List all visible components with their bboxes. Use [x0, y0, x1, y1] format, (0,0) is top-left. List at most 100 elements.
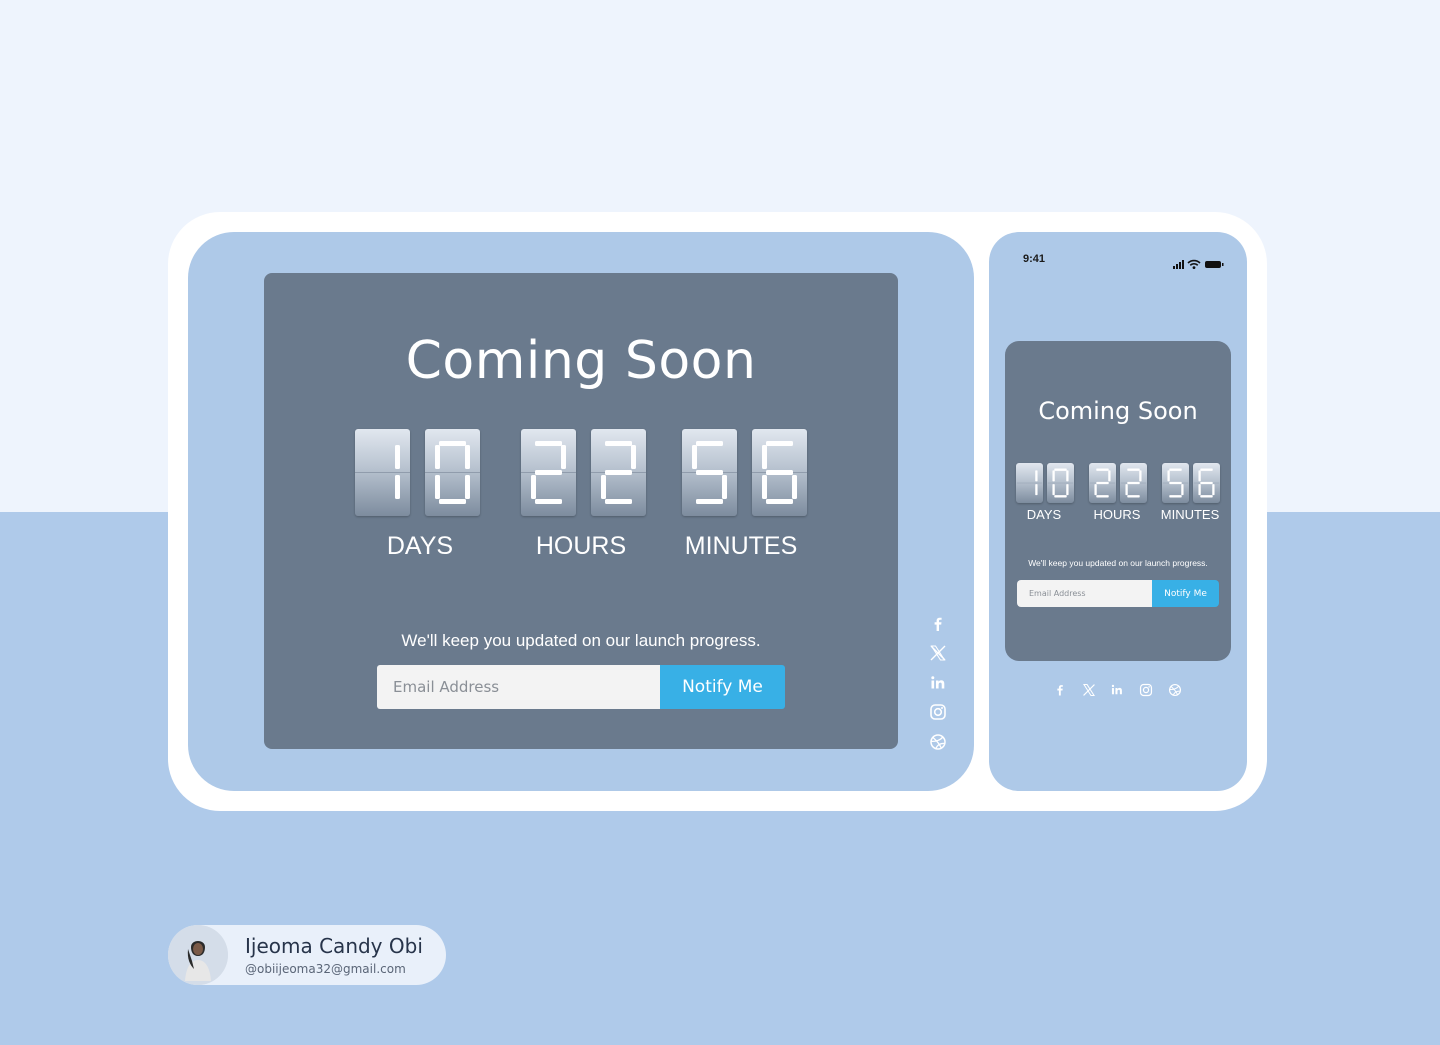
- digit-segment-a: [439, 441, 466, 446]
- digit-segment-c: [1181, 484, 1184, 496]
- linkedin-icon[interactable]: [1110, 682, 1124, 696]
- social-links-mobile: [1053, 682, 1193, 697]
- coming-soon-card-mobile: Coming Soon DAYS HOURS MINUTES We'll kee…: [1005, 341, 1231, 661]
- digit-segment-a: [766, 441, 793, 446]
- digit-segment-d: [696, 499, 723, 504]
- digit-segment-c: [792, 475, 797, 499]
- digit-segment-e: [531, 475, 536, 499]
- digit-segment-g: [696, 470, 723, 475]
- status-time: 9:41: [1023, 253, 1046, 265]
- coming-soon-card: Coming Soon DAYS HOURS MINUTES We'll kee…: [264, 273, 898, 749]
- facebook-icon[interactable]: [929, 615, 947, 633]
- digit-segment-g: [1096, 481, 1109, 485]
- page-title-mobile: Coming Soon: [1038, 397, 1198, 425]
- digit-segment-e: [1198, 484, 1201, 496]
- days-label-mobile: DAYS: [1026, 507, 1062, 522]
- digit-segment-a: [1200, 468, 1213, 471]
- author-email: @obiijeoma32@gmail.com: [245, 962, 406, 976]
- dribbble-icon[interactable]: [929, 733, 947, 751]
- instagram-icon[interactable]: [929, 703, 947, 721]
- instagram-icon[interactable]: [1139, 682, 1153, 697]
- digit-segment-d: [1096, 495, 1109, 498]
- page-title: Coming Soon: [405, 331, 757, 391]
- digit-segment-f: [1198, 470, 1201, 482]
- digit-segment-f: [1167, 470, 1170, 482]
- digit-segment-f: [1052, 470, 1055, 482]
- hours-digit-1-mobile: [1089, 463, 1116, 503]
- digit-segment-c: [395, 475, 400, 499]
- digit-segment-e: [435, 475, 440, 499]
- digit-segment-b: [1139, 470, 1142, 482]
- minutes-digit-2: [752, 429, 807, 516]
- digit-segment-b: [465, 445, 470, 469]
- x-icon[interactable]: [929, 644, 947, 662]
- digit-segment-d: [1054, 495, 1067, 498]
- digit-segment-d: [535, 499, 562, 504]
- minutes-digit-1-mobile: [1162, 463, 1189, 503]
- facebook-icon[interactable]: [1053, 682, 1067, 696]
- digit-segment-g: [766, 470, 793, 475]
- digit-segment-b: [1035, 470, 1038, 482]
- launch-note: We'll keep you updated on our launch pro…: [401, 631, 761, 650]
- digit-segment-e: [762, 475, 767, 499]
- x-icon[interactable]: [1082, 682, 1096, 696]
- notify-form: Notify Me: [377, 665, 785, 709]
- minutes-digit-2-mobile: [1193, 463, 1220, 503]
- digit-segment-g: [535, 470, 562, 475]
- digit-segment-d: [1127, 495, 1140, 498]
- dribbble-icon[interactable]: [1168, 682, 1182, 697]
- minutes-label: MINUTES: [684, 532, 798, 560]
- signal-icon: [1173, 260, 1184, 269]
- digit-segment-c: [1066, 484, 1069, 496]
- desktop-preview: Coming Soon DAYS HOURS MINUTES We'll kee…: [188, 232, 974, 791]
- notify-me-button-mobile[interactable]: Notify Me: [1152, 580, 1219, 607]
- digit-segment-b: [1108, 470, 1111, 482]
- days-digit-1-mobile: [1016, 463, 1043, 503]
- battery-icon: [1205, 261, 1224, 268]
- days-label: DAYS: [386, 532, 454, 560]
- digit-segment-b: [395, 445, 400, 469]
- digit-segment-c: [1035, 484, 1038, 496]
- mobile-preview: 9:41 Coming Soon DAYS HOURS MINUTES We'l…: [989, 232, 1247, 791]
- digit-segment-a: [696, 441, 723, 446]
- days-digit-1: [355, 429, 410, 516]
- days-digit-2: [425, 429, 480, 516]
- digit-segment-a: [605, 441, 632, 446]
- author-badge: Ijeoma Candy Obi @obiijeoma32@gmail.com: [168, 925, 446, 985]
- status-icons: [1173, 255, 1225, 269]
- digit-segment-c: [722, 475, 727, 499]
- digit-segment-c: [465, 475, 470, 499]
- hours-digit-2-mobile: [1120, 463, 1147, 503]
- email-field[interactable]: [377, 665, 660, 709]
- digit-segment-e: [601, 475, 606, 499]
- minutes-digit-1: [682, 429, 737, 516]
- digit-segment-f: [692, 445, 697, 469]
- minutes-label-mobile: MINUTES: [1160, 507, 1220, 522]
- digit-segment-g: [1200, 481, 1213, 485]
- digit-segment-g: [1169, 481, 1182, 485]
- notify-form-mobile: Notify Me: [1017, 580, 1219, 607]
- digit-segment-e: [1094, 484, 1097, 496]
- linkedin-icon[interactable]: [929, 674, 947, 692]
- digit-segment-d: [439, 499, 466, 504]
- digit-segment-a: [1096, 468, 1109, 471]
- digit-segment-a: [1054, 468, 1067, 471]
- hours-digit-1: [521, 429, 576, 516]
- avatar: [168, 925, 228, 985]
- digit-segment-b: [561, 445, 566, 469]
- digit-segment-d: [605, 499, 632, 504]
- digit-segment-d: [1200, 495, 1213, 498]
- digit-segment-c: [1212, 484, 1215, 496]
- hours-label-mobile: HOURS: [1093, 507, 1141, 522]
- digit-segment-a: [535, 441, 562, 446]
- digit-segment-d: [1169, 495, 1182, 498]
- digit-segment-g: [605, 470, 632, 475]
- digit-segment-g: [1127, 481, 1140, 485]
- digit-segment-d: [766, 499, 793, 504]
- wifi-icon: [1187, 259, 1201, 269]
- digit-segment-f: [435, 445, 440, 469]
- digit-segment-e: [1052, 484, 1055, 496]
- notify-me-button[interactable]: Notify Me: [660, 665, 785, 709]
- email-field-mobile[interactable]: [1017, 580, 1152, 607]
- digit-segment-f: [762, 445, 767, 469]
